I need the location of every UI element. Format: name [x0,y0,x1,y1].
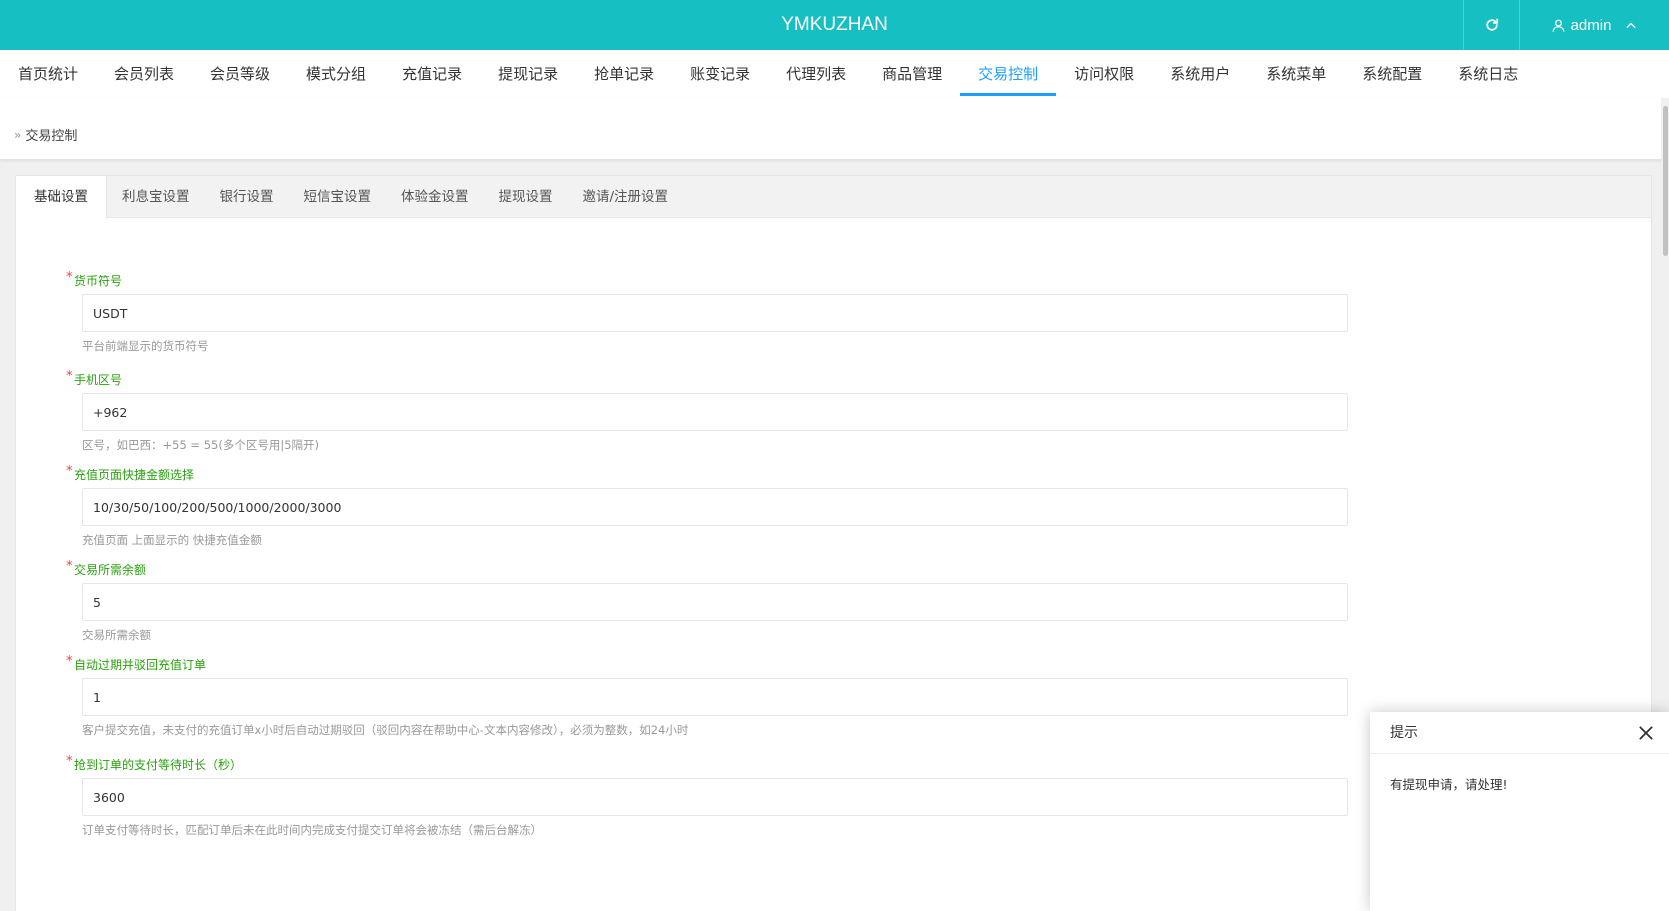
settings-tab-1[interactable]: 利息宝设置 [107,176,205,218]
required-mark: * [66,464,73,479]
field-label: * 货币符号 [66,270,1348,290]
breadcrumb: » 交易控制 [14,125,77,145]
notification-title: 提示 [1390,725,1418,741]
brand-title: YMKUZHAN [781,14,888,35]
field-help-text: 平台前端显示的货币符号 [82,339,209,353]
required-mark: * [66,270,73,285]
top-bar-actions: admin [1463,0,1669,50]
nav-item-0[interactable]: 首页统计 [0,50,96,98]
required-mark: * [66,559,73,574]
field-help-text: 交易所需余额 [82,628,151,642]
field-label-text: 自动过期并驳回充值订单 [74,658,207,672]
form-field: *交易所需余额交易所需余额 [66,559,1348,643]
form-field: *自动过期并驳回充值订单客户提交充值，未支付的充值订单x小时后自动过期驳回（驳回… [66,654,1348,738]
refresh-icon [1485,18,1498,31]
required-mark: * [66,654,73,669]
field-label-text: 交易所需余额 [74,563,147,577]
nav-item-10[interactable]: 交易控制 [960,50,1057,98]
nav-item-13[interactable]: 系统菜单 [1248,50,1344,98]
chevron-up-icon [1626,22,1636,28]
field-help-text: 充值页面 上面显示的 快捷充值金额 [82,533,262,547]
form-field: *手机区号区号，如巴西：+55 = 55(多个区号用|5隔开) [66,369,1348,453]
field-input[interactable] [82,393,1348,431]
field-label-text: 充值页面快捷金额选择 [74,468,195,482]
required-mark: * [66,754,73,769]
field-label: * 手机区号 [66,369,1348,389]
double-chevron-right-icon: » [14,127,22,142]
field-help-text: 客户提交充值，未支付的充值订单x小时后自动过期驳回（驳回内容在帮助中心-文本内容… [82,723,689,737]
user-menu[interactable]: admin [1519,0,1669,50]
form-field: *货币符号平台前端显示的货币符号 [66,270,1348,354]
nav-item-4[interactable]: 充值记录 [384,50,480,98]
field-help-text: 区号，如巴西：+55 = 55(多个区号用|5隔开) [82,438,320,452]
top-bar: YMKUZHAN admin [0,0,1669,50]
settings-tab-4[interactable]: 体验金设置 [386,176,484,218]
user-name: admin [1570,16,1612,34]
nav-item-14[interactable]: 系统配置 [1344,50,1440,98]
nav-item-9[interactable]: 商品管理 [864,50,960,98]
refresh-button[interactable] [1463,0,1519,50]
field-input[interactable] [82,294,1348,332]
required-mark: * [66,369,73,384]
field-label: * 交易所需余额 [66,559,1348,579]
field-label: * 抢到订单的支付等待时长（秒） [66,754,1348,774]
settings-tab-0[interactable]: 基础设置 [16,176,107,219]
nav-item-8[interactable]: 代理列表 [768,50,864,98]
notification-message: 有提现申请，请处理! [1390,777,1508,792]
notification-header: 提示 [1370,712,1669,754]
field-input[interactable] [82,583,1348,621]
field-label-text: 手机区号 [74,373,123,387]
nav-item-5[interactable]: 提现记录 [480,50,576,98]
nav-item-3[interactable]: 模式分组 [288,50,384,98]
main-nav: 首页统计 会员列表 会员等级 模式分组 充值记录 提现记录 抢单记录 账变记录 代理列表 商品管理… [0,50,1669,98]
field-label-text: 货币符号 [74,274,123,288]
nav-item-15[interactable]: 系统日志 [1440,50,1536,98]
field-input[interactable] [82,678,1348,716]
nav-item-11[interactable]: 访问权限 [1056,50,1152,98]
breadcrumb-current[interactable]: 交易控制 [25,125,77,144]
settings-tab-6[interactable]: 邀请/注册设置 [568,176,684,218]
close-icon[interactable] [1637,724,1655,742]
field-input[interactable] [82,778,1348,816]
settings-tab-5[interactable]: 提现设置 [484,176,568,218]
field-help-text: 订单支付等待时长，匹配订单后未在此时间内完成支付提交订单将会被冻结（需后台解冻） [82,823,542,837]
form-field: *充值页面快捷金额选择充值页面 上面显示的 快捷充值金额 [66,464,1348,548]
page-scrollbar-thumb[interactable] [1663,106,1668,256]
field-label-text: 抢到订单的支付等待时长（秒） [74,758,243,772]
nav-item-1[interactable]: 会员列表 [96,50,192,98]
form-field: *抢到订单的支付等待时长（秒） 订单支付等待时长，匹配订单后未在此时间内完成支付提… [66,754,1348,838]
field-label: * 自动过期并驳回充值订单 [66,654,1348,674]
nav-item-12[interactable]: 系统用户 [1152,50,1248,98]
breadcrumb-bar: » 交易控制 [0,98,1669,160]
settings-tabs: 基础设置 利息宝设置 银行设置 短信宝设置 体验金设置 提现设置 邀请/注册设置 [16,176,1651,219]
nav-item-2[interactable]: 会员等级 [192,50,288,98]
user-icon [1552,19,1564,32]
nav-item-7[interactable]: 账变记录 [672,50,768,98]
settings-tab-3[interactable]: 短信宝设置 [289,176,387,218]
notification-popup: 提示 有提现申请，请处理! [1370,712,1669,911]
field-input[interactable] [82,488,1348,526]
field-label: * 充值页面快捷金额选择 [66,464,1348,484]
nav-item-6[interactable]: 抢单记录 [576,50,672,98]
settings-tab-2[interactable]: 银行设置 [205,176,289,218]
